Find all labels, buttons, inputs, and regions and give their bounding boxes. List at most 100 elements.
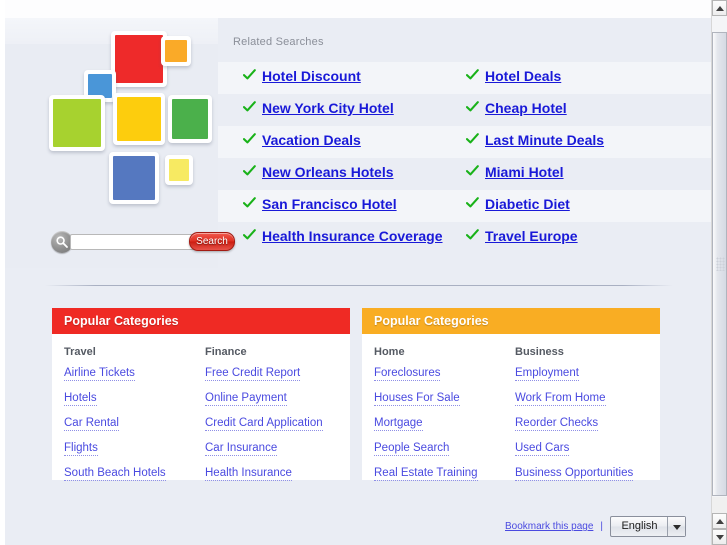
related-search-row: Health Insurance Coverage Travel Europe (218, 222, 711, 254)
related-search-cell-left: New York City Hotel (242, 99, 394, 117)
scroll-down-glyph (716, 535, 724, 540)
category-link[interactable]: Airline Tickets (64, 367, 135, 381)
related-searches-list: Hotel Discount Hotel Deals New York City H… (218, 18, 711, 268)
column-heading: Travel (64, 346, 96, 358)
related-search-cell-right: Last Minute Deals (465, 131, 604, 149)
related-search-link[interactable]: Travel Europe (485, 228, 578, 244)
chevron-down-icon[interactable] (667, 517, 685, 536)
language-select-value: English (621, 520, 658, 532)
related-search-link[interactable]: Miami Hotel (485, 164, 564, 180)
category-link[interactable]: Flights (64, 442, 98, 456)
popular-categories-panel-1: Popular Categories Travel Airline Ticket… (52, 308, 350, 481)
green-check-icon (242, 131, 256, 149)
section-divider (45, 285, 673, 286)
related-search-row: Vacation Deals Last Minute Deals (218, 126, 711, 158)
related-search-link[interactable]: New Orleans Hotels (262, 164, 394, 180)
column-heading: Business (515, 346, 564, 358)
related-search-link[interactable]: New York City Hotel (262, 100, 394, 116)
green-check-icon (465, 195, 479, 213)
category-link[interactable]: Online Payment (205, 392, 287, 406)
related-search-cell-left: Health Insurance Coverage (242, 227, 443, 245)
related-search-cell-right: Cheap Hotel (465, 99, 567, 117)
category-link[interactable]: Used Cars (515, 442, 570, 456)
scroll-up-glyph (716, 519, 724, 524)
related-search-cell-left: Vacation Deals (242, 131, 361, 149)
tile-green (168, 95, 212, 143)
related-search-link[interactable]: Hotel Deals (485, 68, 561, 84)
category-link[interactable]: Foreclosures (374, 367, 441, 381)
category-link[interactable]: Real Estate Training (374, 467, 478, 481)
tile-orange-fill (165, 40, 187, 62)
related-search-link[interactable]: Hotel Discount (262, 68, 361, 84)
category-link[interactable]: Mortgage (374, 417, 423, 431)
related-search-row: San Francisco Hotel Diabetic Diet (218, 190, 711, 222)
search-input[interactable] (70, 234, 207, 250)
tile-red (111, 31, 167, 87)
category-link[interactable]: Reorder Checks (515, 417, 599, 431)
green-check-icon (242, 99, 256, 117)
scroll-thumb-grip (716, 257, 725, 271)
related-search-cell-left: New Orleans Hotels (242, 163, 394, 181)
category-links: Free Credit Report Online Payment Credit C… (205, 367, 323, 481)
search-bar: Search (51, 231, 237, 253)
browser-page: Search Hotel Discount Hotel Deals New York… (0, 0, 727, 545)
category-link[interactable]: Car Rental (64, 417, 119, 431)
column-heading: Finance (205, 346, 247, 358)
category-link[interactable]: Health Insurance (205, 467, 292, 481)
tile-blue-large (109, 152, 159, 204)
tile-red-fill (115, 35, 163, 83)
related-search-link[interactable]: Cheap Hotel (485, 100, 567, 116)
tile-pale-yellow-fill (169, 159, 189, 181)
green-check-icon (242, 195, 256, 213)
green-check-icon (242, 163, 256, 181)
page-footer: Bookmark this page | English (505, 516, 686, 537)
category-column-business: Business Employment Work From Home Reorder… (515, 346, 634, 492)
green-check-icon (465, 67, 479, 85)
green-check-icon (465, 163, 479, 181)
category-link[interactable]: Business Opportunities (515, 467, 634, 481)
category-link[interactable]: South Beach Hotels (64, 467, 166, 481)
green-check-icon (242, 227, 256, 245)
scroll-thumb[interactable] (712, 32, 727, 496)
related-search-row: Hotel Discount Hotel Deals (218, 62, 711, 94)
scroll-up-icon-bottom[interactable] (712, 513, 727, 529)
category-links: Foreclosures Houses For Sale Mortgage Peopl… (374, 367, 478, 481)
category-link[interactable]: Credit Card Application (205, 417, 323, 431)
related-search-cell-right: Miami Hotel (465, 163, 564, 181)
top-white-strip (5, 0, 711, 18)
category-link[interactable]: Hotels (64, 392, 97, 406)
related-search-row: New York City Hotel Cheap Hotel (218, 94, 711, 126)
page-canvas: Search Hotel Discount Hotel Deals New York… (5, 0, 711, 545)
related-search-cell-right: Travel Europe (465, 227, 578, 245)
related-search-link[interactable]: Vacation Deals (262, 132, 361, 148)
category-column-travel: Travel Airline Tickets Hotels Car Rental Fl… (64, 346, 166, 492)
scroll-down-icon[interactable] (712, 529, 727, 545)
green-check-icon (465, 131, 479, 149)
tile-yellow-fill (117, 97, 161, 141)
panel-body: Home Foreclosures Houses For Sale Mortgage… (362, 334, 660, 481)
tile-lime (49, 95, 105, 151)
related-search-link[interactable]: Diabetic Diet (485, 196, 570, 212)
popular-categories-panel-2: Popular Categories Home Foreclosures Hous… (362, 308, 660, 481)
category-link[interactable]: People Search (374, 442, 450, 456)
related-search-link[interactable]: Health Insurance Coverage (262, 228, 443, 244)
category-link[interactable]: Houses For Sale (374, 392, 460, 406)
bookmark-this-page-link[interactable]: Bookmark this page (505, 521, 593, 532)
related-search-link[interactable]: San Francisco Hotel (262, 196, 397, 212)
panel-title: Popular Categories (362, 308, 660, 334)
category-link[interactable]: Work From Home (515, 392, 606, 406)
language-select[interactable]: English (610, 516, 686, 537)
related-search-cell-left: Hotel Discount (242, 67, 361, 85)
vertical-scrollbar[interactable] (711, 0, 727, 545)
category-link[interactable]: Employment (515, 367, 579, 381)
related-search-link[interactable]: Last Minute Deals (485, 132, 604, 148)
scroll-up-icon[interactable] (712, 0, 727, 16)
category-links: Airline Tickets Hotels Car Rental Flights So… (64, 367, 166, 481)
scrollbar-track[interactable] (712, 16, 727, 497)
related-search-row: New Orleans Hotels Miami Hotel (218, 158, 711, 190)
related-search-cell-right: Diabetic Diet (465, 195, 570, 213)
category-link[interactable]: Free Credit Report (205, 367, 301, 381)
green-check-icon (465, 99, 479, 117)
category-link[interactable]: Car Insurance (205, 442, 278, 456)
tile-green-fill (172, 99, 208, 139)
